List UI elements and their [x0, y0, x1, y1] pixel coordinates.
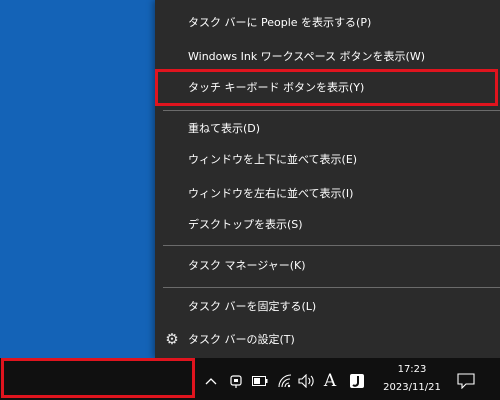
menu-item-stack[interactable]: ウィンドウを上下に並べて表示(E)	[155, 144, 500, 174]
menu-item-label: タスク マネージャー(K)	[188, 259, 306, 272]
ime-mode-icon[interactable]: A	[322, 371, 338, 391]
menu-separator	[163, 287, 500, 288]
menu-item-label: Windows Ink ワークスペース ボタンを表示(W)	[188, 50, 425, 63]
menu-item-label: タスク バーを固定する(L)	[188, 300, 317, 313]
ime-icon[interactable]	[348, 373, 366, 389]
menu-item-show-desktop[interactable]: デスクトップを表示(S)	[155, 209, 500, 239]
chevron-up-icon[interactable]	[203, 373, 219, 389]
battery-icon[interactable]	[251, 373, 269, 389]
taskbar-context-menu: タスク バーに People を表示する(P) Windows Ink ワークス…	[155, 0, 500, 358]
menu-separator	[163, 110, 500, 111]
menu-item-task-manager[interactable]: タスク マネージャー(K)	[155, 250, 500, 280]
clock-date: 2023/11/21	[383, 382, 441, 393]
wifi-icon[interactable]	[276, 373, 294, 389]
menu-item-show-people[interactable]: タスク バーに People を表示する(P)	[155, 7, 500, 37]
menu-item-label: デスクトップを表示(S)	[188, 218, 303, 231]
ime-mode-label: A	[323, 371, 337, 391]
highlight-taskbar-area	[1, 358, 195, 398]
menu-item-label: ウィンドウを左右に並べて表示(I)	[188, 187, 354, 200]
menu-item-label: タスク バーに People を表示する(P)	[188, 16, 372, 29]
clock-time: 17:23	[397, 364, 427, 375]
menu-item-cascade[interactable]: 重ねて表示(D)	[155, 113, 500, 143]
menu-item-side-by-side[interactable]: ウィンドウを左右に並べて表示(I)	[155, 178, 500, 208]
action-center-icon[interactable]	[457, 373, 475, 389]
menu-item-label: 重ねて表示(D)	[188, 122, 261, 135]
gear-icon: ⚙	[165, 330, 179, 348]
volume-icon[interactable]	[298, 373, 316, 389]
menu-item-show-windows-ink[interactable]: Windows Ink ワークスペース ボタンを表示(W)	[155, 41, 500, 71]
menu-item-label: タスク バーの設定(T)	[188, 333, 295, 346]
highlight-touch-keyboard-item	[155, 69, 498, 106]
menu-item-lock-taskbar[interactable]: タスク バーを固定する(L)	[155, 291, 500, 321]
menu-item-label: ウィンドウを上下に並べて表示(E)	[188, 153, 358, 166]
menu-item-taskbar-settings[interactable]: ⚙ タスク バーの設定(T)	[155, 324, 500, 354]
menu-separator	[163, 245, 500, 246]
taskbar-clock[interactable]: 17:23 2023/11/21	[378, 361, 446, 397]
touch-keyboard-icon[interactable]	[227, 373, 245, 389]
